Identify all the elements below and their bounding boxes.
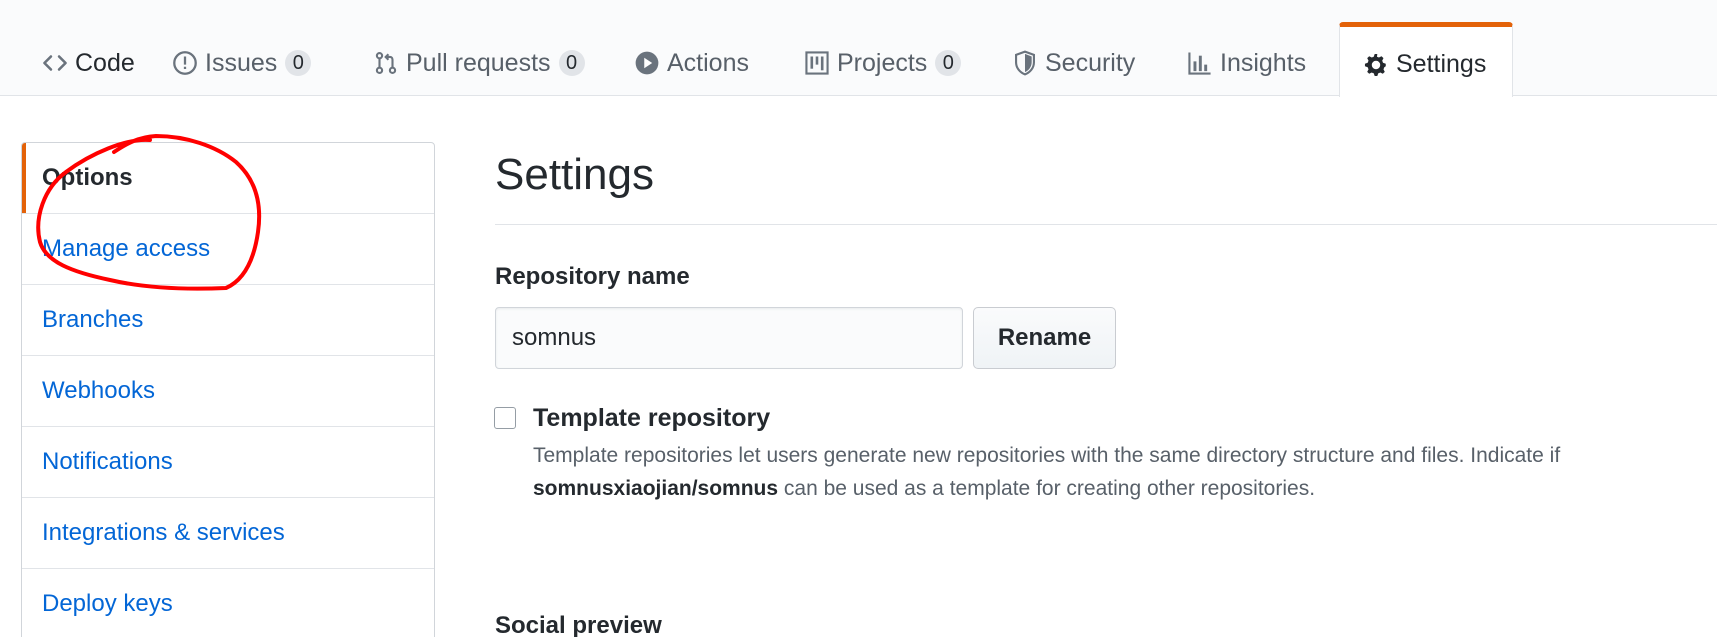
menu-item-webhooks[interactable]: Webhooks [22,356,434,427]
repo-nav-tabs: Code Issues 0 Pull requests 0 Actions Pr… [0,0,1717,99]
repository-name-label: Repository name [495,263,690,290]
project-icon [803,49,831,77]
play-icon [633,49,661,77]
tab-label: Projects [837,48,928,77]
shield-icon [1011,49,1039,77]
menu-item-deploy-keys[interactable]: Deploy keys [22,569,434,637]
menu-item-integrations[interactable]: Integrations & services [22,498,434,569]
projects-count-badge: 0 [935,50,962,76]
settings-side-menu: Options Manage access Branches Webhooks … [21,142,435,637]
tab-actions[interactable]: Actions [633,0,749,96]
title-divider [495,224,1717,225]
page-title: Settings [495,150,654,199]
tab-label: Actions [667,48,749,77]
tab-issues[interactable]: Issues 0 [171,0,312,96]
template-repository-label: Template repository [533,404,771,432]
tab-label: Pull requests [406,48,551,77]
gear-icon [1362,51,1390,79]
issues-count-badge: 0 [285,50,312,76]
rename-button[interactable]: Rename [973,307,1116,369]
code-icon [41,49,69,77]
tab-label: Security [1045,48,1136,77]
tab-label: Insights [1220,48,1307,77]
menu-item-branches[interactable]: Branches [22,285,434,356]
menu-item-manage-access[interactable]: Manage access [22,214,434,285]
pull-requests-count-badge: 0 [558,50,585,76]
menu-item-options[interactable]: Options [22,143,434,214]
tab-security[interactable]: Security [1011,0,1135,96]
social-preview-heading: Social preview [495,612,662,637]
tab-projects[interactable]: Projects 0 [803,0,962,96]
template-desc-part2: can be used as a template for creating o… [783,477,1316,500]
graph-icon [1186,49,1214,77]
tab-label: Settings [1396,50,1487,78]
template-repository-checkbox[interactable] [494,407,516,429]
issue-opened-icon [171,49,199,77]
repository-full-name: somnusxiaojian/somnus [533,477,779,500]
tab-insights[interactable]: Insights [1186,0,1306,96]
template-repository-description: Template repositories let users generate… [533,439,1683,505]
tab-settings[interactable]: Settings [1339,22,1513,99]
repository-name-input[interactable] [495,307,963,369]
menu-item-notifications[interactable]: Notifications [22,427,434,498]
tab-pull-requests[interactable]: Pull requests 0 [372,0,585,96]
tab-label: Issues [205,48,278,77]
template-desc-part1: Template repositories let users generate… [533,444,1561,467]
tab-label: Code [75,48,135,77]
git-pull-request-icon [372,49,400,77]
tab-code[interactable]: Code [41,0,135,96]
